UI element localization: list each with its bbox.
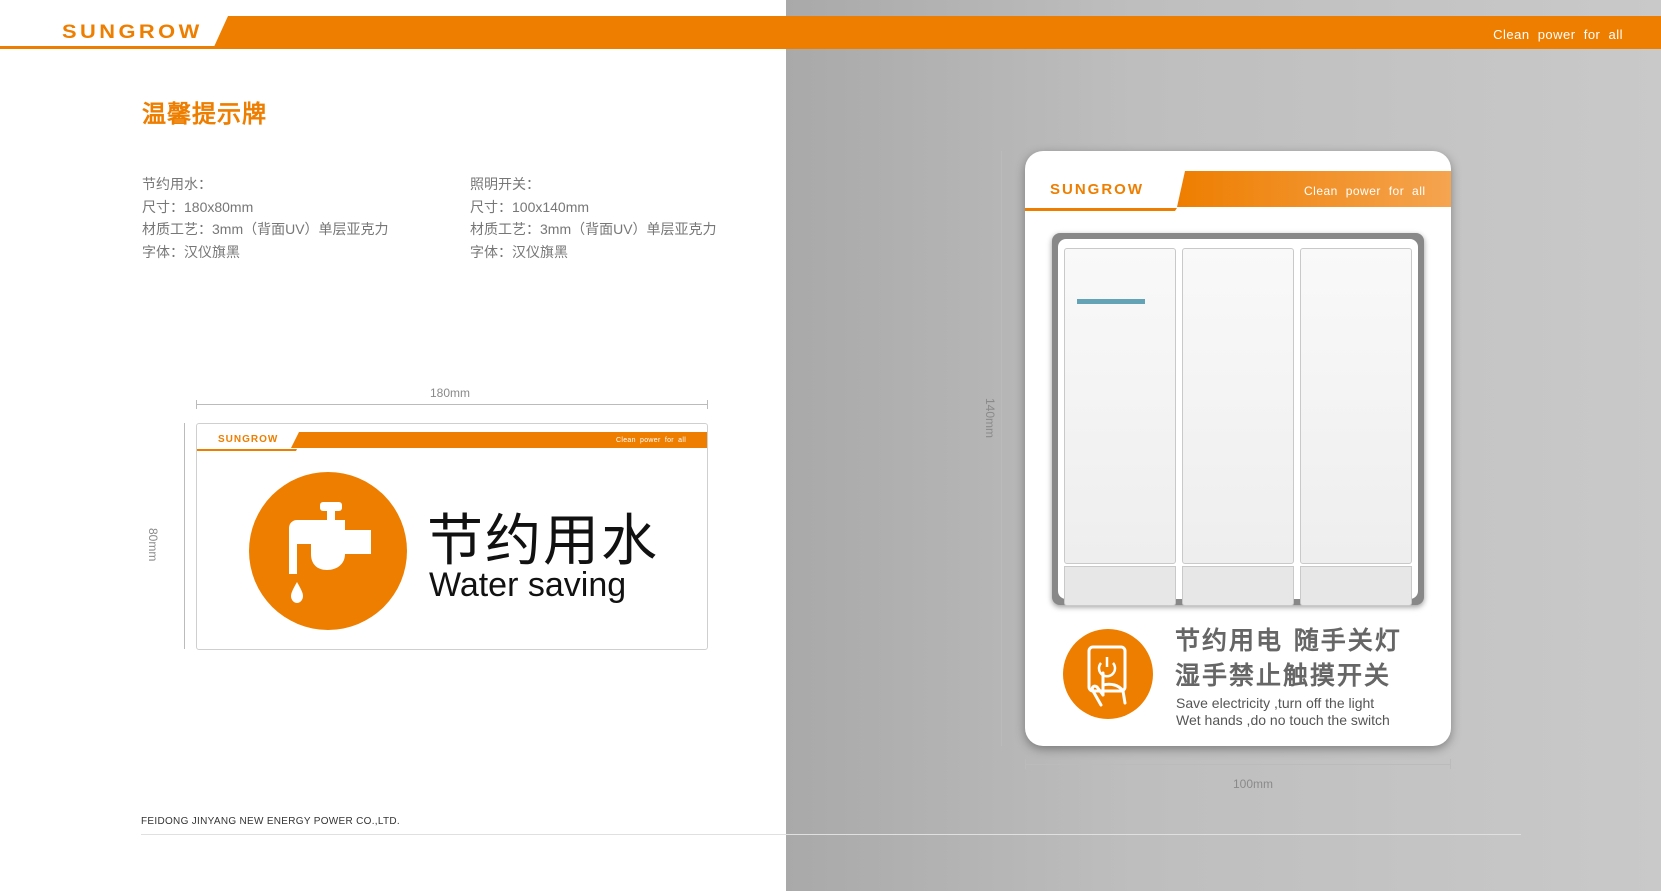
water-saving-sign: SUNGROW Clean power for all 节约用水 Water s… <box>196 423 708 650</box>
switch-card-tagline: Clean power for all <box>1304 184 1426 198</box>
header-tagline: Clean power for all <box>1493 27 1623 42</box>
switch-sign-width-label: 100mm <box>1233 777 1274 791</box>
switch-card-line2-en: Wet hands ,do no touch the switch <box>1176 712 1390 728</box>
switch-width-tick-left <box>1025 759 1026 769</box>
switch-sign-width-line <box>1025 764 1451 765</box>
spec-water-font: 字体：汉仪旗黑 <box>142 243 240 260</box>
page-title: 温馨提示牌 <box>142 101 267 128</box>
switch-width-tick-right <box>1450 759 1451 769</box>
water-width-tick-left <box>196 400 197 409</box>
water-sign-height-line <box>184 423 185 649</box>
switch-card-brand: SUNGROW <box>1050 181 1144 198</box>
footer-company-name: FEIDONG JINYANG NEW ENERGY POWER CO.,LTD… <box>141 816 400 827</box>
spec-switch-font: 字体：汉仪旗黑 <box>470 243 568 260</box>
switch-sign-height-label: 140mm <box>983 398 997 439</box>
footer-divider <box>141 834 1521 835</box>
water-sign-title-en: Water saving <box>429 566 627 604</box>
water-sign-title-cn: 节约用水 <box>427 509 659 574</box>
faucet-icon <box>249 472 407 630</box>
switch-rocker-middle <box>1182 248 1294 564</box>
switch-plate-face <box>1058 239 1418 606</box>
spec-water-size: 尺寸：180x80mm <box>142 198 254 215</box>
switch-base-right <box>1300 566 1412 606</box>
switch-base-middle <box>1182 566 1294 606</box>
top-brand-band <box>0 16 1661 49</box>
spec-water-name: 节约用水： <box>142 176 212 192</box>
water-sign-tagline: Clean power for all <box>616 437 687 444</box>
switch-rocker-right <box>1300 248 1412 564</box>
spec-water-material: 材质工艺：3mm（背面UV）单层亚克力 <box>142 221 389 237</box>
header-brand-logo: SUNGROW <box>62 22 203 43</box>
spec-switch-size: 尺寸：100x140mm <box>470 198 590 215</box>
spec-switch-name: 照明开关： <box>470 176 540 192</box>
water-width-tick-right <box>707 400 708 409</box>
hand-touch-switch-icon <box>1063 629 1153 719</box>
spec-light-switch: 照明开关： 尺寸：100x140mm 材质工艺：3mm（背面UV）单层亚克力 字… <box>470 173 717 263</box>
light-switch-sign: SUNGROW Clean power for all 节约用电 随手关灯 湿手… <box>1025 151 1451 746</box>
water-sign-brand: SUNGROW <box>218 434 279 445</box>
light-switch-image <box>1052 233 1424 606</box>
switch-card-line2-cn: 湿手禁止触摸开关 <box>1175 661 1392 690</box>
spec-water-saving: 节约用水： 尺寸：180x80mm 材质工艺：3mm（背面UV）单层亚克力 字体… <box>142 173 389 263</box>
water-sign-height-label: 80mm <box>146 528 160 562</box>
switch-base-left <box>1064 566 1176 606</box>
switch-indicator-light <box>1077 299 1145 304</box>
water-sign-width-line <box>196 404 708 405</box>
switch-rocker-left <box>1064 248 1176 564</box>
water-sign-width-label: 180mm <box>430 386 471 400</box>
spec-switch-material: 材质工艺：3mm（背面UV）单层亚克力 <box>470 221 717 237</box>
switch-card-line1-en: Save electricity ,turn off the light <box>1176 695 1375 711</box>
switch-sign-height-line <box>1001 151 1002 746</box>
switch-card-line1-cn: 节约用电 随手关灯 <box>1175 626 1402 655</box>
